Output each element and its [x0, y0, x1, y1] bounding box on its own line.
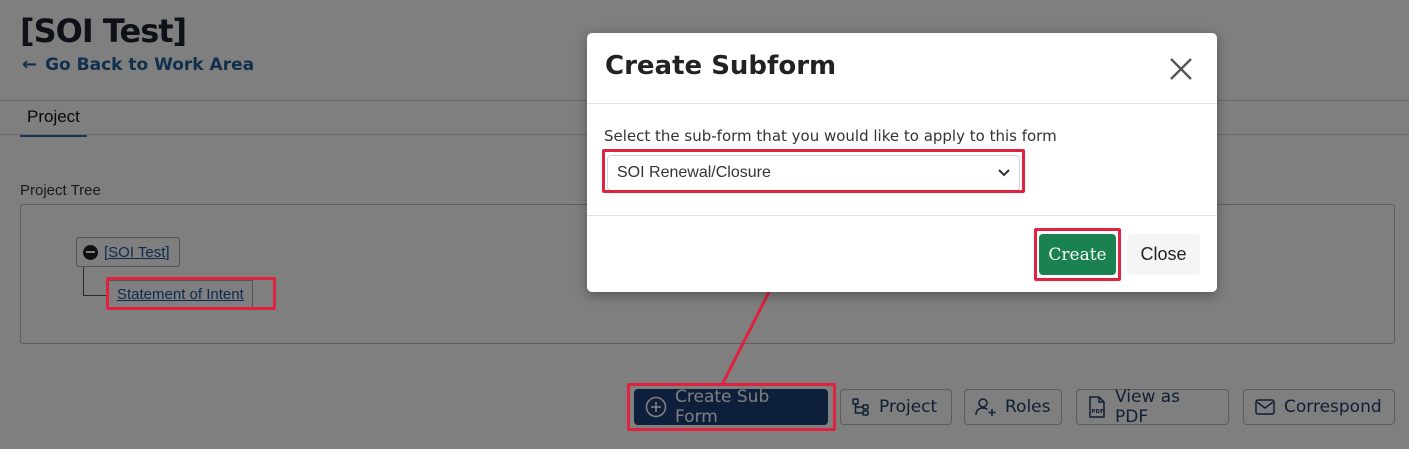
modal-footer: Create Close	[587, 217, 1217, 292]
modal-body: Select the sub-form that you would like …	[587, 105, 1217, 216]
close-icon[interactable]	[1167, 55, 1195, 83]
highlight-subform-select	[602, 149, 1025, 193]
highlight-create-sub-form	[627, 383, 836, 431]
modal-header: Create Subform	[587, 33, 1217, 104]
modal-title: Create Subform	[605, 51, 837, 81]
subform-select-label: Select the sub-form that you would like …	[604, 127, 1057, 145]
highlight-create-button	[1034, 228, 1121, 281]
highlight-statement-of-intent	[106, 277, 276, 310]
close-button[interactable]: Close	[1127, 234, 1200, 275]
create-subform-modal: Create Subform Select the sub-form that …	[587, 33, 1217, 292]
